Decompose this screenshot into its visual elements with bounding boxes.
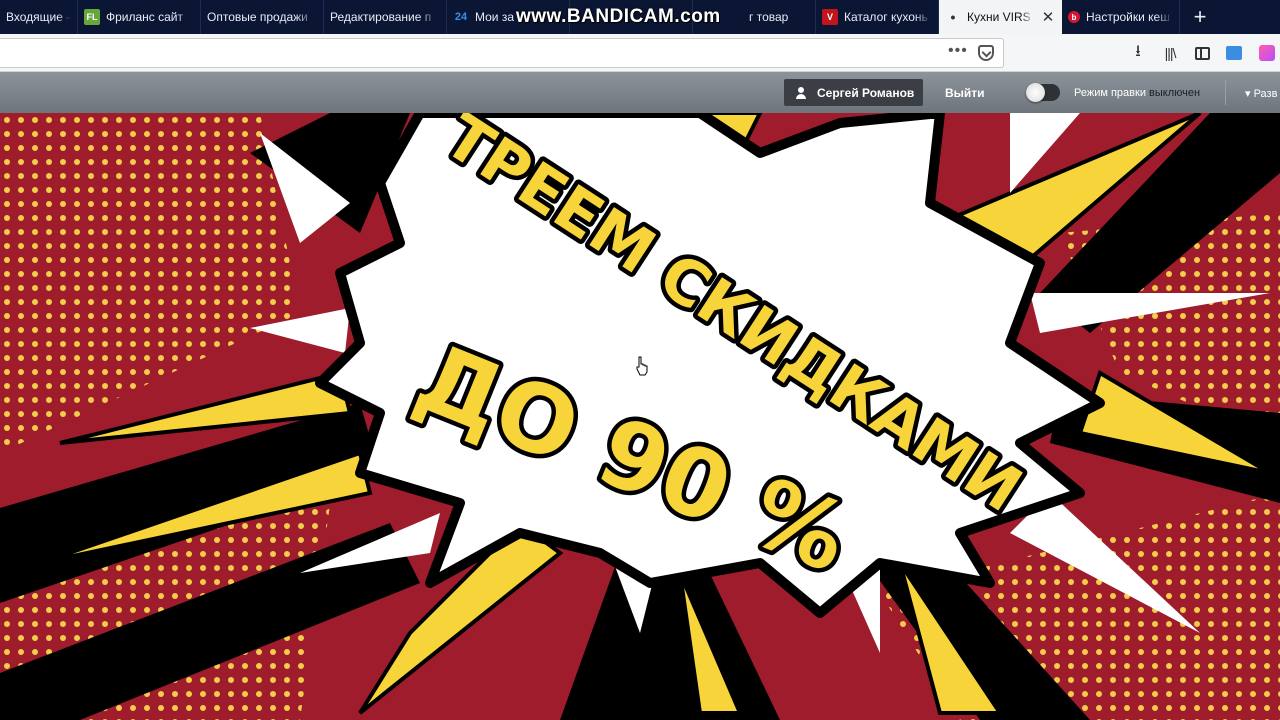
user-icon (795, 86, 807, 99)
tab-label: Каталог кухонь (844, 10, 928, 24)
logout-button[interactable]: Выйти (945, 86, 985, 100)
tab-freelance[interactable]: FL Фриланс сайт (78, 0, 201, 34)
user-profile-button[interactable]: Сергей Романов (784, 79, 923, 106)
tab-label: Входящие – (6, 10, 71, 24)
tab-label: Редактирование п (330, 10, 432, 24)
loading-dot-icon: • (950, 9, 956, 25)
extension-icon[interactable] (1257, 43, 1277, 63)
edit-mode-label: Режим правки (1074, 87, 1146, 99)
tab-strip: Входящие – FL Фриланс сайт Оптовые прода… (0, 0, 1280, 34)
tab-kitchen-catalog[interactable]: V Каталог кухонь (816, 0, 939, 34)
tab-label: Мои за (475, 10, 515, 24)
more-icon[interactable]: ••• (948, 42, 968, 60)
freelance-favicon-icon: FL (84, 9, 100, 25)
b-favicon-icon: b (1068, 11, 1080, 23)
close-tab-icon[interactable]: ✕ (1040, 8, 1056, 26)
tab-inbox[interactable]: Входящие – (0, 0, 78, 34)
tab-products[interactable]: г товар (693, 0, 816, 34)
bitrix24-favicon-icon: 24 (454, 11, 468, 23)
sidebar-icon[interactable] (1192, 43, 1212, 63)
edit-mode-toggle[interactable] (1026, 83, 1060, 102)
comic-burst-graphic: ТРЕЕМ СКИДКАМИ ДО 90 % (0, 113, 1280, 720)
tab-cache-settings[interactable]: b Настройки кеш (1062, 0, 1180, 34)
tab-hidden[interactable] (570, 0, 693, 34)
tab-kitchens-virs[interactable]: • Кухни VIRS ✕ (939, 0, 1062, 34)
tab-label: Фриланс сайт (106, 10, 184, 24)
address-bar[interactable]: ••• (0, 38, 1004, 68)
edit-mode-status: Режим правки выключен (1074, 87, 1200, 99)
navigation-toolbar: ••• (0, 34, 1280, 72)
tab-label: Оптовые продажи (207, 10, 308, 24)
plus-icon[interactable]: + (1180, 0, 1220, 34)
download-icon[interactable]: ⭳ (1128, 43, 1148, 63)
tab-my-orders[interactable]: 24 Мои за (447, 0, 570, 34)
virs-favicon-icon: V (822, 9, 838, 25)
tab-wholesale[interactable]: Оптовые продажи (201, 0, 324, 34)
tab-label: г товар (749, 10, 789, 24)
tab-label: Настройки кеш (1086, 10, 1170, 24)
divider (1225, 80, 1226, 105)
pocket-icon[interactable] (978, 45, 994, 61)
expand-label: Разв (1253, 88, 1278, 100)
user-name: Сергей Романов (817, 85, 915, 100)
library-icon[interactable]: |||\ (1160, 43, 1180, 63)
hand-cursor-icon (636, 356, 648, 376)
expand-button[interactable]: ▾ Разв (1245, 87, 1277, 100)
toggle-knob (1026, 83, 1045, 102)
sync-icon[interactable] (1224, 43, 1244, 63)
promo-banner[interactable]: ТРЕЕМ СКИДКАМИ ДО 90 % (0, 113, 1280, 720)
edit-mode-state: выключен (1149, 87, 1201, 99)
tab-editing[interactable]: Редактирование п (324, 0, 447, 34)
tab-label: Кухни VIRS (967, 10, 1031, 24)
